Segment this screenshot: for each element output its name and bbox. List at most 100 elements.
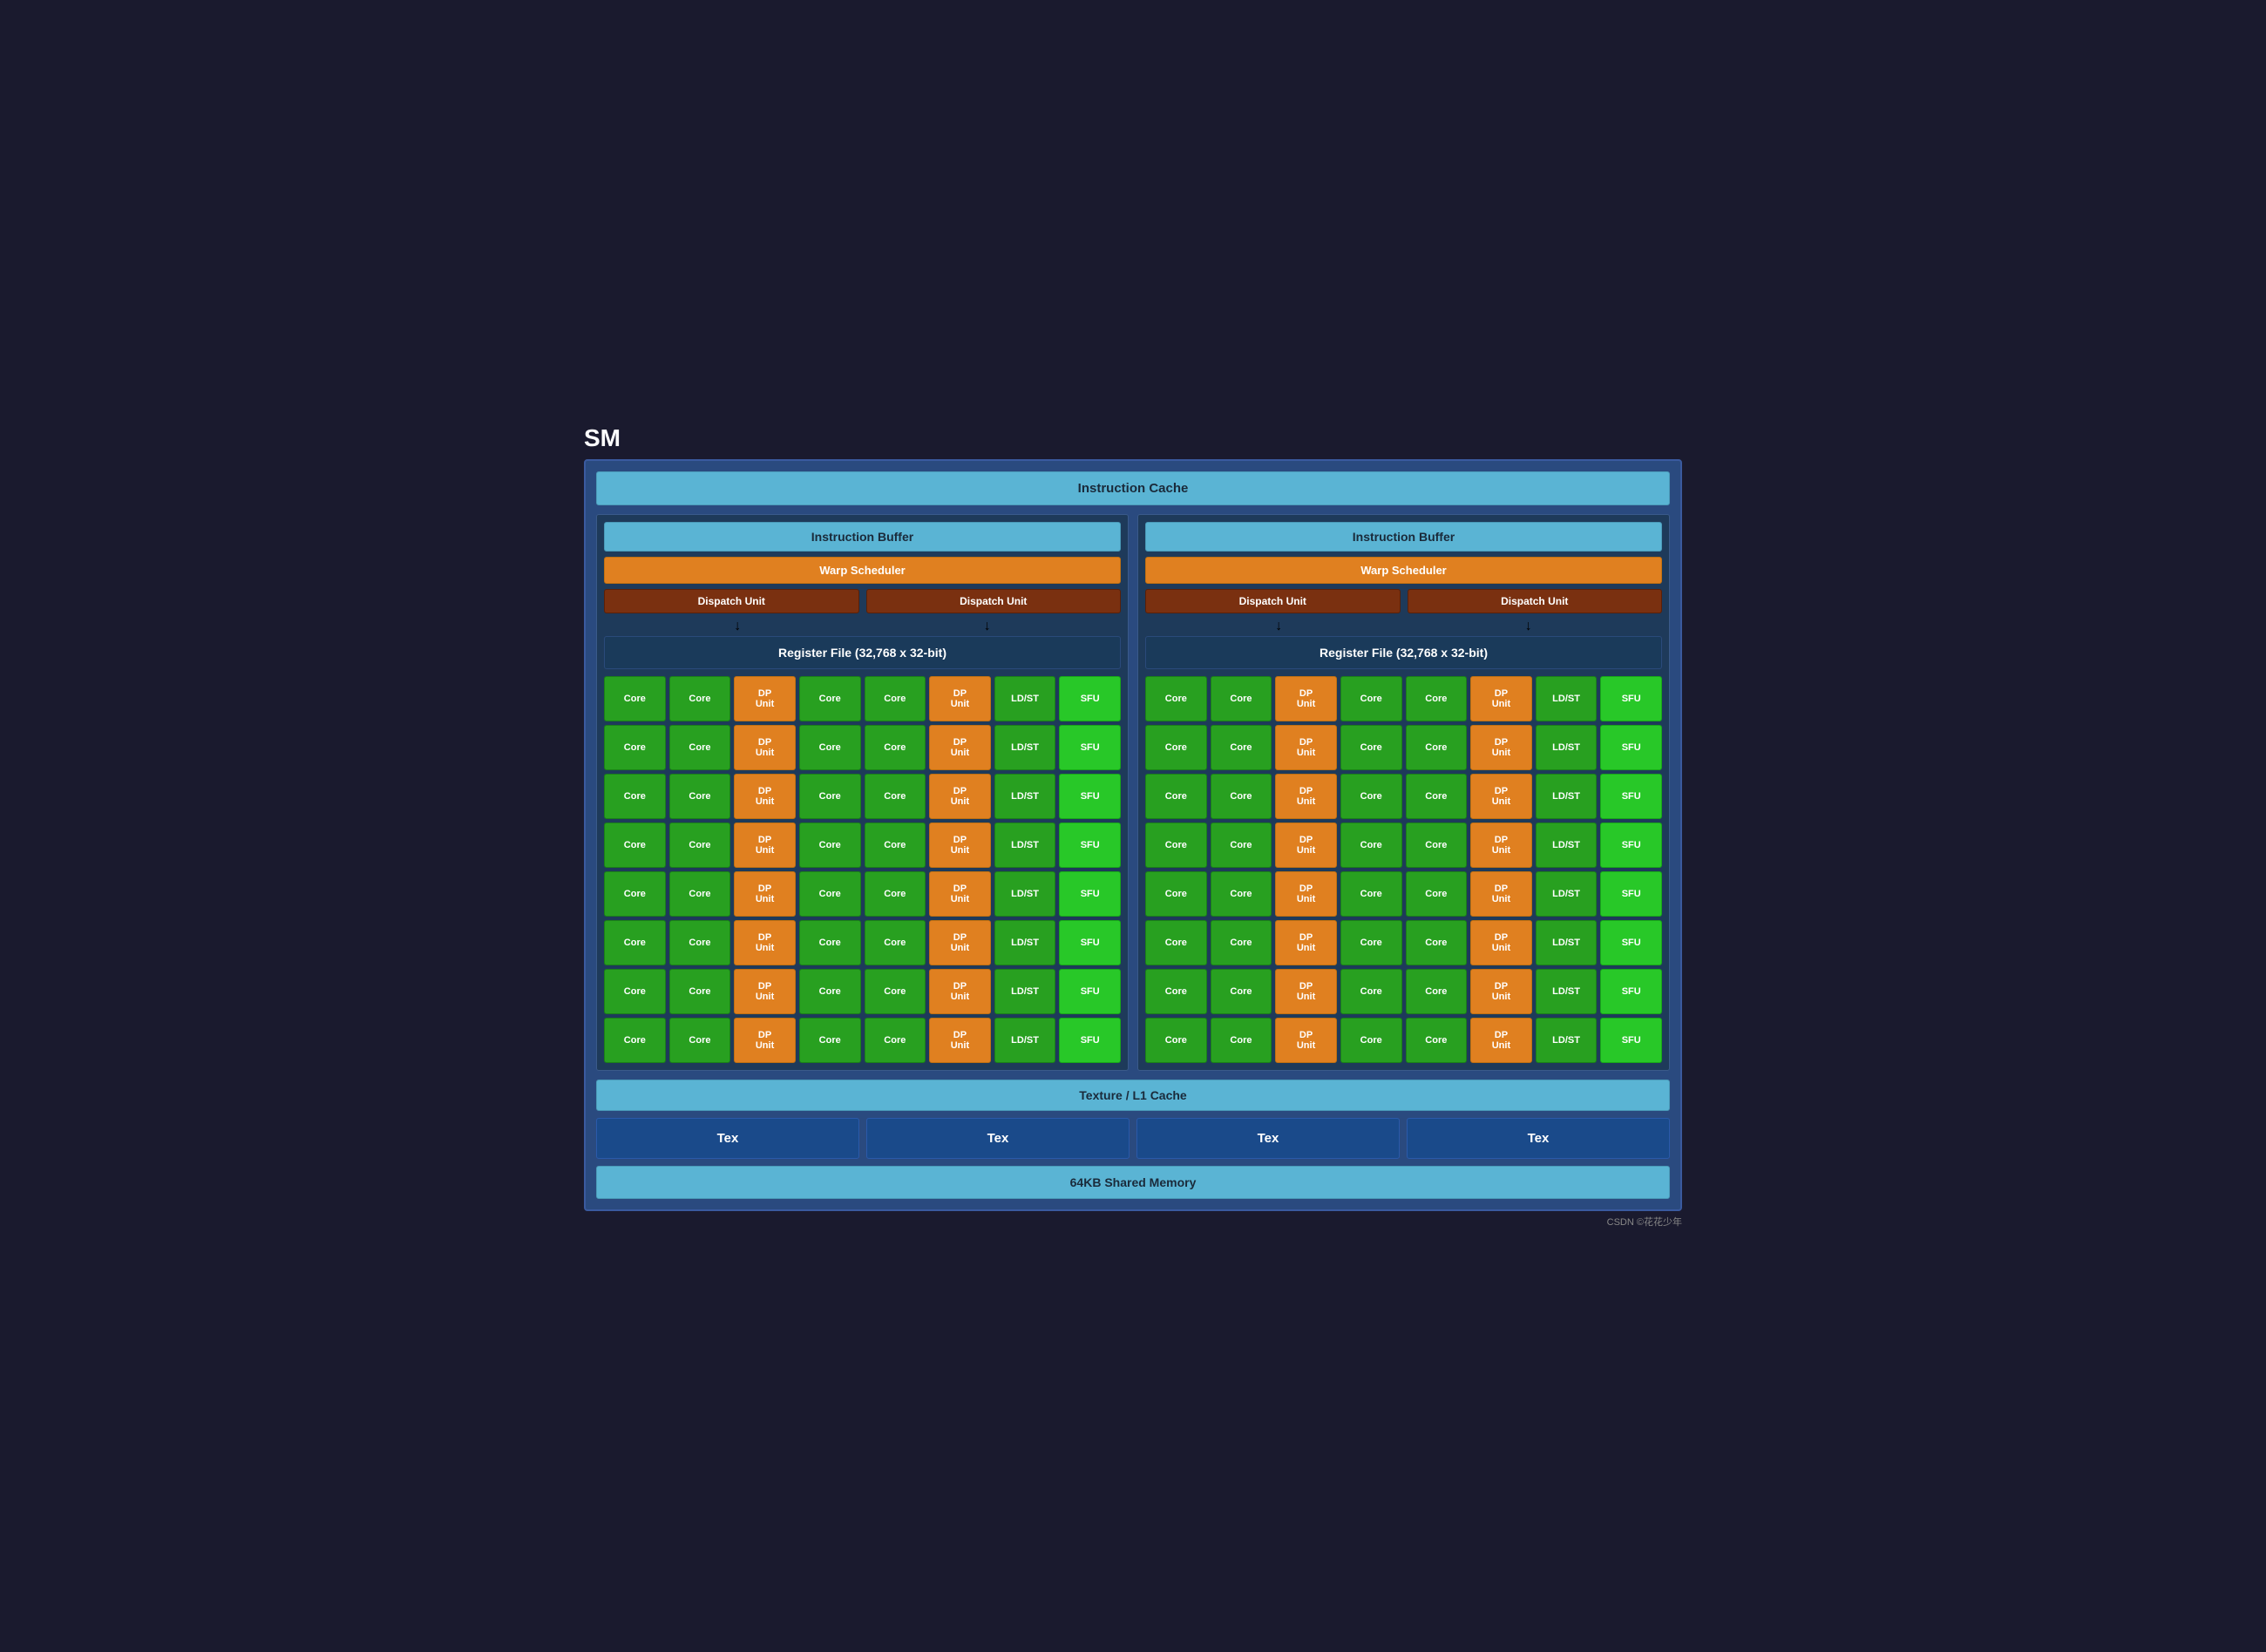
tex-unit-2: Tex: [866, 1118, 1130, 1159]
core-cell: Core: [1145, 774, 1207, 819]
core-cell: Core: [1340, 871, 1402, 917]
core-cell: Core: [1211, 871, 1272, 917]
ldst-cell: LD/ST: [994, 871, 1056, 917]
core-cell: Core: [799, 1018, 861, 1063]
core-cell: Core: [1406, 1018, 1468, 1063]
dp-cell: DPUnit: [929, 725, 991, 770]
ldst-cell: LD/ST: [994, 725, 1056, 770]
dp-cell: DPUnit: [929, 920, 991, 965]
core-cell: Core: [1145, 969, 1207, 1014]
dp-cell: DPUnit: [1275, 676, 1337, 721]
core-cell: Core: [1406, 725, 1468, 770]
sm-title: SM: [584, 424, 1682, 452]
core-cell: Core: [1406, 823, 1468, 868]
dp-cell: DPUnit: [1470, 676, 1532, 721]
core-cell: Core: [1340, 774, 1402, 819]
right-instruction-buffer: Instruction Buffer: [1145, 522, 1662, 552]
right-arrow-2: ↓: [1525, 619, 1532, 634]
dp-cell: DPUnit: [929, 871, 991, 917]
core-cell: Core: [604, 969, 666, 1014]
dp-cell: DPUnit: [1275, 969, 1337, 1014]
right-warp-scheduler: Warp Scheduler: [1145, 557, 1662, 584]
left-arrow-2: ↓: [984, 619, 991, 634]
sfu-cell: SFU: [1600, 871, 1662, 917]
right-arrows: ↓ ↓: [1145, 619, 1662, 634]
dp-cell: DPUnit: [734, 774, 796, 819]
dp-cell: DPUnit: [734, 969, 796, 1014]
left-cores-grid: Core Core DPUnit Core Core DPUnit LD/ST …: [604, 676, 1121, 1063]
left-half: Instruction Buffer Warp Scheduler Dispat…: [596, 514, 1129, 1071]
core-cell: Core: [604, 920, 666, 965]
core-cell: Core: [1145, 920, 1207, 965]
dp-cell: DPUnit: [929, 969, 991, 1014]
core-cell: Core: [1340, 1018, 1402, 1063]
dp-cell: DPUnit: [1275, 774, 1337, 819]
right-dispatch-unit-2: Dispatch Unit: [1408, 589, 1663, 613]
sfu-cell: SFU: [1600, 774, 1662, 819]
core-cell: Core: [604, 1018, 666, 1063]
core-cell: Core: [669, 676, 731, 721]
right-arrow-1: ↓: [1275, 619, 1282, 634]
dp-cell: DPUnit: [929, 823, 991, 868]
core-cell: Core: [865, 1018, 926, 1063]
ldst-cell: LD/ST: [994, 969, 1056, 1014]
watermark: CSDN ©花花少年: [584, 1215, 1682, 1229]
ldst-cell: LD/ST: [1536, 920, 1598, 965]
dp-cell: DPUnit: [734, 1018, 796, 1063]
sfu-cell: SFU: [1600, 920, 1662, 965]
sfu-cell: SFU: [1600, 969, 1662, 1014]
core-cell: Core: [1211, 823, 1272, 868]
dp-cell: DPUnit: [929, 774, 991, 819]
core-cell: Core: [1406, 774, 1468, 819]
core-cell: Core: [799, 774, 861, 819]
core-cell: Core: [604, 725, 666, 770]
dp-cell: DPUnit: [929, 1018, 991, 1063]
dp-cell: DPUnit: [1470, 920, 1532, 965]
sfu-cell: SFU: [1059, 676, 1121, 721]
core-cell: Core: [865, 676, 926, 721]
core-cell: Core: [1211, 969, 1272, 1014]
right-cores-grid: Core Core DPUnit Core Core DPUnit LD/ST …: [1145, 676, 1662, 1063]
sfu-cell: SFU: [1059, 1018, 1121, 1063]
dp-cell: DPUnit: [1275, 823, 1337, 868]
dp-cell: DPUnit: [1275, 871, 1337, 917]
left-register-file: Register File (32,768 x 32-bit): [604, 636, 1121, 669]
right-dispatch-unit-1: Dispatch Unit: [1145, 589, 1401, 613]
core-cell: Core: [1145, 871, 1207, 917]
core-cell: Core: [799, 676, 861, 721]
ldst-cell: LD/ST: [994, 676, 1056, 721]
core-cell: Core: [1406, 676, 1468, 721]
core-cell: Core: [669, 725, 731, 770]
core-cell: Core: [865, 725, 926, 770]
left-dispatch-unit-1: Dispatch Unit: [604, 589, 859, 613]
core-cell: Core: [1145, 725, 1207, 770]
left-instruction-buffer: Instruction Buffer: [604, 522, 1121, 552]
left-dispatch-unit-2: Dispatch Unit: [866, 589, 1122, 613]
sfu-cell: SFU: [1600, 725, 1662, 770]
core-cell: Core: [799, 920, 861, 965]
ldst-cell: LD/ST: [1536, 823, 1598, 868]
ldst-cell: LD/ST: [1536, 725, 1598, 770]
dp-cell: DPUnit: [1275, 920, 1337, 965]
core-cell: Core: [865, 871, 926, 917]
core-cell: Core: [1406, 871, 1468, 917]
sfu-cell: SFU: [1059, 725, 1121, 770]
dp-cell: DPUnit: [1470, 725, 1532, 770]
dp-cell: DPUnit: [1275, 1018, 1337, 1063]
core-cell: Core: [865, 823, 926, 868]
core-cell: Core: [865, 920, 926, 965]
ldst-cell: LD/ST: [994, 774, 1056, 819]
ldst-cell: LD/ST: [1536, 871, 1598, 917]
tex-unit-3: Tex: [1136, 1118, 1400, 1159]
dp-cell: DPUnit: [734, 871, 796, 917]
core-cell: Core: [865, 774, 926, 819]
core-cell: Core: [1211, 920, 1272, 965]
ldst-cell: LD/ST: [994, 823, 1056, 868]
ldst-cell: LD/ST: [1536, 774, 1598, 819]
ldst-cell: LD/ST: [994, 920, 1056, 965]
dp-cell: DPUnit: [1470, 969, 1532, 1014]
core-cell: Core: [799, 725, 861, 770]
core-cell: Core: [669, 823, 731, 868]
core-cell: Core: [799, 823, 861, 868]
core-cell: Core: [865, 969, 926, 1014]
